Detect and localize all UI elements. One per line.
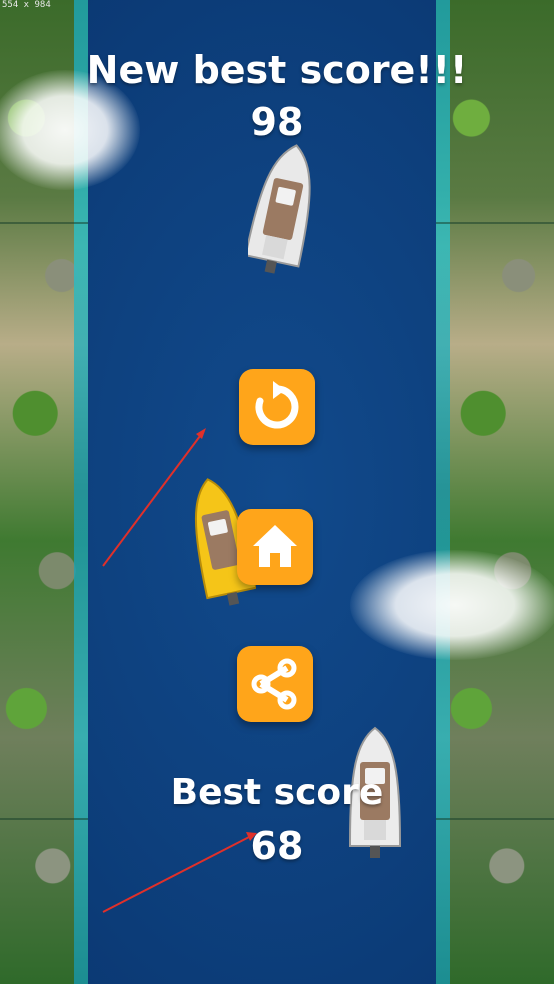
annotation-arrow [102, 431, 204, 567]
annotation-arrow-head [196, 428, 206, 439]
annotation-arrows [102, 428, 257, 913]
annotation-arrow [102, 834, 254, 913]
annotation-arrow-head [246, 832, 257, 841]
